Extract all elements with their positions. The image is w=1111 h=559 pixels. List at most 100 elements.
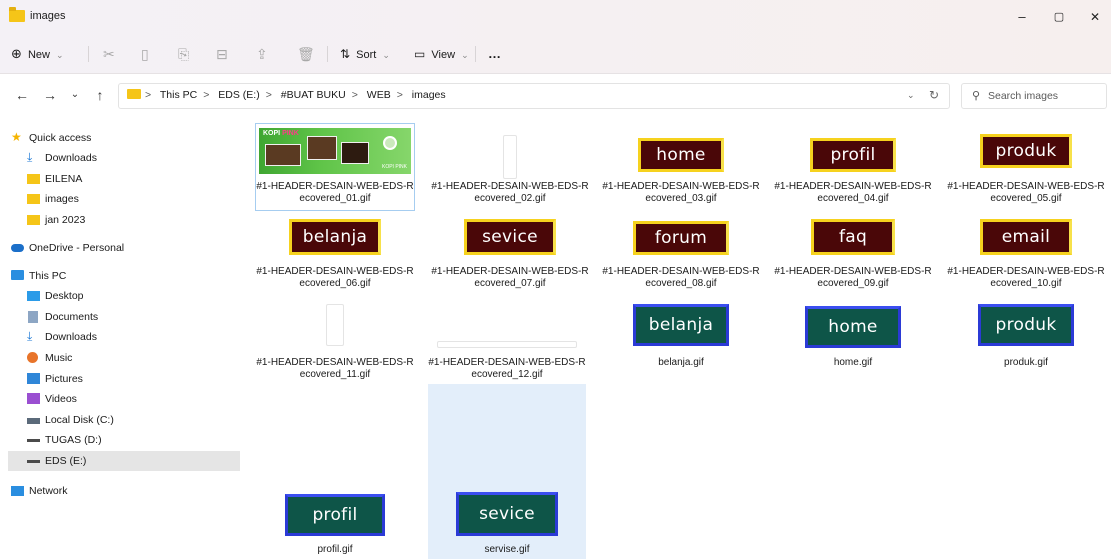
toolbar-divider bbox=[475, 46, 476, 62]
sidebar-item-label: Music bbox=[45, 352, 73, 364]
sidebar-item-network[interactable]: Network bbox=[8, 481, 240, 501]
breadcrumb-this-pc[interactable]: This PC bbox=[160, 89, 197, 101]
breadcrumb-separator: > bbox=[396, 89, 403, 101]
header-logo-caption: KOPI PINK bbox=[381, 164, 407, 170]
disk-icon bbox=[27, 418, 40, 424]
image-thumbnail: profil bbox=[810, 138, 896, 172]
sort-label: Sort bbox=[356, 49, 377, 61]
network-icon bbox=[11, 486, 24, 496]
sidebar-item-quick-access[interactable]: ★ Quick access bbox=[8, 128, 240, 148]
close-button[interactable]: ✕ bbox=[1080, 6, 1110, 28]
copy-icon[interactable]: ▯ bbox=[141, 44, 149, 64]
file-item[interactable]: #1-HEADER-DESAIN-WEB-EDS-Recovered_12.gi… bbox=[428, 298, 586, 384]
pc-icon bbox=[11, 270, 24, 280]
file-item[interactable]: home #1-HEADER-DESAIN-WEB-EDS-Recovered_… bbox=[602, 124, 760, 210]
sort-button[interactable]: ⇅ Sort ⌄ bbox=[340, 44, 390, 64]
file-item[interactable]: home home.gif bbox=[774, 298, 932, 384]
up-button[interactable]: ↑ bbox=[92, 87, 108, 103]
file-item[interactable]: produk #1-HEADER-DESAIN-WEB-EDS-Recovere… bbox=[947, 124, 1105, 210]
folder-icon bbox=[27, 174, 40, 184]
file-item[interactable]: belanja belanja.gif bbox=[602, 298, 760, 384]
cloud-icon bbox=[11, 244, 24, 252]
file-item[interactable]: #1-HEADER-DESAIN-WEB-EDS-Recovered_02.gi… bbox=[431, 124, 589, 210]
back-button[interactable]: ← bbox=[14, 87, 30, 103]
file-name: #1-HEADER-DESAIN-WEB-EDS-Recovered_02.gi… bbox=[431, 181, 589, 204]
download-icon: ⤓ bbox=[27, 329, 33, 343]
minimize-button[interactable]: – bbox=[1007, 6, 1037, 28]
file-name: #1-HEADER-DESAIN-WEB-EDS-Recovered_01.gi… bbox=[256, 181, 414, 204]
address-bar[interactable]: > This PC > EDS (E:) > #BUAT BUKU > WEB > im… bbox=[118, 83, 950, 109]
image-thumbnail: email bbox=[980, 219, 1072, 255]
sidebar-item-videos[interactable]: Videos bbox=[8, 389, 240, 409]
sidebar-item-images[interactable]: images bbox=[8, 189, 240, 209]
sidebar-item-tugas-d[interactable]: TUGAS (D:) bbox=[8, 430, 240, 450]
file-item-selected[interactable]: sevice servise.gif bbox=[428, 384, 586, 559]
folder-icon bbox=[9, 7, 25, 22]
sidebar-item-this-pc[interactable]: This PC bbox=[8, 266, 240, 286]
maximize-button[interactable]: ▢ bbox=[1044, 6, 1074, 28]
breadcrumb-separator: > bbox=[203, 89, 210, 101]
file-item[interactable]: belanja #1-HEADER-DESAIN-WEB-EDS-Recover… bbox=[256, 210, 414, 296]
breadcrumb-separator: > bbox=[145, 89, 152, 101]
sidebar-item-eds-e[interactable]: EDS (E:) bbox=[8, 451, 240, 471]
sidebar-item-eilena[interactable]: EILENA bbox=[8, 169, 240, 189]
sidebar-item-local-disk-c[interactable]: Local Disk (C:) bbox=[8, 410, 240, 430]
paste-icon[interactable]: ⎘ bbox=[178, 44, 189, 64]
recent-locations-button[interactable]: ⌄ bbox=[67, 89, 83, 100]
file-name: produk.gif bbox=[1004, 357, 1048, 368]
image-thumbnail: produk bbox=[978, 304, 1074, 346]
file-item[interactable]: faq #1-HEADER-DESAIN-WEB-EDS-Recovered_0… bbox=[774, 210, 932, 296]
document-icon bbox=[28, 311, 38, 323]
file-item[interactable]: forum #1-HEADER-DESAIN-WEB-EDS-Recovered… bbox=[602, 210, 760, 296]
file-item[interactable]: #1-HEADER-DESAIN-WEB-EDS-Recovered_11.gi… bbox=[256, 298, 414, 384]
breadcrumb-separator: > bbox=[265, 89, 272, 101]
breadcrumb-eds-drive[interactable]: EDS (E:) bbox=[218, 89, 259, 101]
delete-icon[interactable]: 🗑 bbox=[297, 44, 315, 64]
share-icon[interactable]: ⇪ bbox=[256, 44, 268, 64]
file-item[interactable]: profil profil.gif bbox=[256, 384, 414, 559]
sidebar-item-jan-2023[interactable]: jan 2023 bbox=[8, 210, 240, 230]
address-dropdown-icon[interactable]: ⌄ bbox=[907, 90, 915, 101]
sidebar-item-downloads-pc[interactable]: ⤓ Downloads bbox=[8, 327, 240, 347]
file-item[interactable]: sevice #1-HEADER-DESAIN-WEB-EDS-Recovere… bbox=[431, 210, 589, 296]
cut-icon[interactable]: ✂ bbox=[103, 44, 115, 64]
breadcrumb-buat-buku[interactable]: #BUAT BUKU bbox=[281, 89, 346, 101]
more-options-button[interactable]: … bbox=[488, 44, 501, 64]
new-label: New bbox=[27, 49, 50, 61]
breadcrumb: > This PC > EDS (E:) > #BUAT BUKU > WEB > im… bbox=[127, 89, 452, 101]
file-name: #1-HEADER-DESAIN-WEB-EDS-Recovered_09.gi… bbox=[774, 266, 932, 289]
rename-icon[interactable]: ⊟ bbox=[216, 44, 228, 64]
file-name: #1-HEADER-DESAIN-WEB-EDS-Recovered_11.gi… bbox=[256, 357, 414, 380]
file-item[interactable]: email #1-HEADER-DESAIN-WEB-EDS-Recovered… bbox=[947, 210, 1105, 296]
sidebar-item-onedrive[interactable]: OneDrive - Personal bbox=[8, 238, 240, 258]
file-name: #1-HEADER-DESAIN-WEB-EDS-Recovered_10.gi… bbox=[947, 266, 1105, 289]
refresh-icon[interactable]: ↻ bbox=[929, 88, 939, 102]
sidebar-item-label: Downloads bbox=[45, 152, 97, 164]
view-button[interactable]: ▭ View ⌄ bbox=[414, 44, 469, 64]
image-thumbnail: profil bbox=[285, 494, 385, 536]
breadcrumb-web[interactable]: WEB bbox=[367, 89, 391, 101]
chevron-down-icon: ⌄ bbox=[461, 50, 469, 60]
toolbar-divider bbox=[88, 46, 89, 62]
file-item[interactable]: KOPI PINK KOPI PINK #1-HEADER-DESAIN-WEB… bbox=[255, 123, 415, 211]
sidebar-item-pictures[interactable]: Pictures bbox=[8, 369, 240, 389]
drive-icon bbox=[27, 439, 40, 442]
breadcrumb-images[interactable]: images bbox=[412, 89, 446, 101]
forward-button[interactable]: → bbox=[42, 87, 58, 103]
sidebar-item-documents[interactable]: Documents bbox=[8, 307, 240, 327]
sidebar-item-label: jan 2023 bbox=[45, 214, 86, 226]
sidebar-item-desktop[interactable]: Desktop bbox=[8, 286, 240, 306]
sidebar-item-label: EILENA bbox=[45, 173, 83, 185]
command-bar: ⊕ New ⌄ ✂ ▯ ⎘ ⊟ ⇪ 🗑 ⇅ Sort ⌄ ▭ View ⌄ … bbox=[0, 34, 1111, 74]
sidebar-item-music[interactable]: Music bbox=[8, 348, 240, 368]
desktop-icon bbox=[27, 291, 40, 301]
image-thumbnail: home bbox=[805, 306, 901, 348]
sidebar-item-label: Pictures bbox=[45, 373, 83, 385]
file-item[interactable]: profil #1-HEADER-DESAIN-WEB-EDS-Recovere… bbox=[774, 124, 932, 210]
sidebar-item-downloads[interactable]: ⤓ Downloads bbox=[8, 148, 240, 168]
search-box[interactable]: ⚲ bbox=[961, 83, 1107, 109]
chevron-down-icon: ⌄ bbox=[382, 50, 390, 60]
file-item[interactable]: produk produk.gif bbox=[947, 298, 1105, 384]
search-input[interactable] bbox=[988, 88, 1098, 104]
new-button[interactable]: ⊕ New ⌄ bbox=[11, 44, 64, 64]
